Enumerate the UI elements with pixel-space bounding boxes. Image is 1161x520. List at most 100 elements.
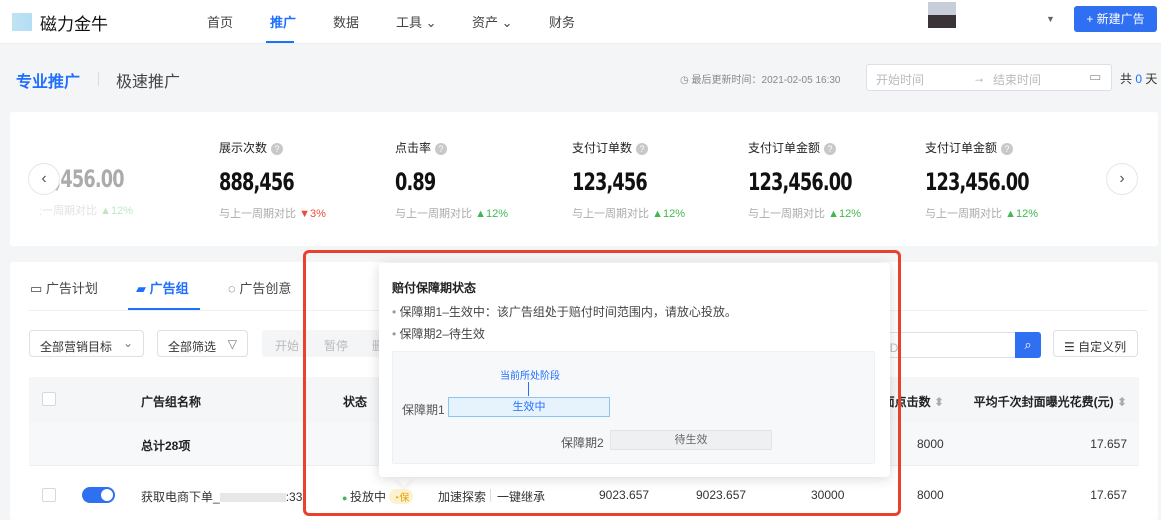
nav-data[interactable]: 数据 bbox=[333, 12, 359, 31]
row-enable-toggle[interactable] bbox=[82, 487, 115, 503]
stat-delta: 12% bbox=[838, 208, 861, 220]
goal-select-value: 全部营销目标 bbox=[40, 340, 113, 354]
tab-pro-promotion[interactable]: 专业推广 bbox=[16, 68, 80, 92]
row-name[interactable]: 获取电商下单_ :33 bbox=[141, 488, 302, 505]
row-clicks: 8000 bbox=[917, 488, 944, 502]
nav-home[interactable]: 首页 bbox=[207, 12, 233, 31]
stat-item: 展示次数? 888,456 与上一周期对比 ▼3% bbox=[219, 139, 379, 221]
redacted-block bbox=[219, 493, 286, 503]
stat-item: 支付订单金额? 123,456.00 与上一周期对比 ▲12% bbox=[748, 139, 908, 221]
stat-label: 支付订单金额? bbox=[748, 139, 908, 156]
stat-compare-text: 与上一周期对比 bbox=[395, 208, 472, 220]
stat-compare: 与上一周期对比 ▲12% bbox=[40, 202, 180, 218]
help-icon[interactable]: ? bbox=[271, 143, 284, 155]
nav-tools[interactable]: 工具 ⌄ bbox=[396, 12, 437, 31]
date-range-picker[interactable]: 开始时间 → 结束时间 ▭ bbox=[866, 64, 1112, 91]
nav-finance[interactable]: 财务 bbox=[549, 12, 575, 31]
tab-label: 广告创意 bbox=[239, 281, 292, 296]
stat-label: 支付订单数? bbox=[572, 139, 732, 156]
start-date-input[interactable]: 开始时间 bbox=[876, 71, 924, 88]
last-updated-text: 最后更新时间：2021-02-05 16:30 bbox=[691, 75, 841, 86]
tab-fast-promotion[interactable]: 极速推广 bbox=[116, 68, 180, 92]
chevron-left-icon[interactable]: ‹ bbox=[28, 163, 60, 195]
sort-icon: ⬍ bbox=[1116, 395, 1127, 409]
stat-compare: 与上一周期对比 ▲12% bbox=[748, 205, 908, 221]
top-nav bbox=[0, 0, 1161, 44]
triangle-up-icon: ▲ bbox=[1005, 208, 1016, 220]
col-cpm[interactable]: 平均千次封面曝光花费(元) ⬍ bbox=[974, 393, 1127, 410]
tab-active-underline bbox=[128, 308, 200, 310]
filter-select[interactable]: 全部筛选 ▽ bbox=[157, 330, 248, 357]
caret-down-icon[interactable]: ▼ bbox=[1046, 14, 1055, 24]
filter-select-value: 全部筛选 bbox=[168, 340, 217, 354]
stat-compare: 与上一周期对比 ▲12% bbox=[395, 205, 555, 221]
calendar-icon[interactable]: ▭ bbox=[1089, 69, 1101, 85]
col-name: 广告组名称 bbox=[141, 395, 202, 409]
stat-compare-text: 与上一周期对比 bbox=[925, 208, 1002, 220]
sort-icon: ⬍ bbox=[933, 395, 944, 409]
new-ad-button[interactable]: + 新建广告 bbox=[1074, 6, 1157, 32]
stat-label-text: 点击率 bbox=[395, 141, 432, 155]
stat-value: 123,456 bbox=[572, 168, 648, 196]
total-cpm: 17.657 bbox=[1090, 437, 1127, 451]
row-name-text: 获取电商下单_ bbox=[141, 490, 220, 504]
custom-columns-label: 自定义列 bbox=[1078, 340, 1127, 354]
stat-label: 点击率? bbox=[395, 139, 555, 156]
stat-item: 支付订单数? 123,456 与上一周期对比 ▲12% bbox=[572, 139, 732, 221]
help-icon[interactable]: ? bbox=[636, 143, 649, 155]
logo-icon bbox=[12, 13, 32, 31]
nav-promotion[interactable]: 推广 bbox=[270, 12, 296, 31]
stat-value: 0.89 bbox=[395, 168, 436, 196]
nav-active-underline bbox=[266, 41, 294, 43]
row-name-tail: :33 bbox=[285, 490, 303, 504]
goal-select[interactable]: 全部营销目标 ⌄ bbox=[29, 330, 144, 357]
highlight-box bbox=[303, 250, 901, 516]
help-icon[interactable]: ? bbox=[435, 143, 448, 155]
triangle-up-icon: ▲ bbox=[475, 208, 486, 220]
calendar-icon: ▭ bbox=[30, 281, 46, 296]
divider bbox=[98, 72, 99, 86]
stat-label-text: 展示次数 bbox=[219, 141, 268, 155]
tab-ad-group[interactable]: ▰ 广告组 bbox=[136, 278, 189, 297]
stat-label: ? bbox=[40, 139, 180, 153]
start-button[interactable]: 开始 bbox=[275, 337, 299, 354]
nav-assets[interactable]: 资产 ⌄ bbox=[472, 12, 513, 31]
stat-delta: 12% bbox=[662, 208, 685, 220]
triangle-up-icon: ▲ bbox=[828, 208, 839, 220]
filter-icon: ▽ bbox=[227, 337, 237, 351]
triangle-up-icon: ▲ bbox=[652, 208, 663, 220]
triangle-up-icon: ▲ bbox=[100, 205, 111, 217]
arrow-right-icon: → bbox=[973, 71, 985, 85]
avatar[interactable] bbox=[928, 2, 956, 28]
chevron-right-icon[interactable]: › bbox=[1106, 163, 1138, 195]
search-button[interactable]: ⌕ bbox=[1015, 332, 1041, 358]
stat-compare-text: 与上一周期对比 bbox=[748, 208, 825, 220]
help-icon[interactable]: ? bbox=[824, 143, 837, 155]
stat-label: 支付订单金额? bbox=[925, 139, 1085, 156]
custom-columns-button[interactable]: ☰ 自定义列 bbox=[1053, 330, 1138, 357]
stat-delta: 12% bbox=[1015, 208, 1038, 220]
days-suffix: 天 bbox=[1145, 72, 1158, 86]
col-cpm-label: 平均千次封面曝光花费(元) bbox=[973, 395, 1114, 409]
stat-compare-text: 与上一周期对比 bbox=[572, 208, 649, 220]
tab-label: 广告计划 bbox=[45, 281, 98, 296]
brand-name: 磁力金牛 bbox=[40, 15, 108, 34]
tab-ad-creative[interactable]: ◌ 广告创意 bbox=[228, 278, 291, 297]
row-checkbox[interactable] bbox=[42, 488, 56, 502]
stat-compare-text: 与上一周期对比 bbox=[219, 208, 296, 220]
stat-item: 点击率? 0.89 与上一周期对比 ▲12% bbox=[395, 139, 555, 221]
tab-ad-plan[interactable]: ▭ 广告计划 bbox=[30, 278, 98, 297]
select-all-checkbox[interactable] bbox=[42, 392, 56, 406]
total-label: 总计28项 bbox=[141, 439, 191, 453]
search-icon: ⌕ bbox=[1024, 337, 1032, 352]
clock-icon: ◷ bbox=[680, 75, 692, 86]
stat-compare: 与上一周期对比 ▲12% bbox=[572, 205, 732, 221]
row-cpm: 17.657 bbox=[1090, 488, 1127, 502]
end-date-input[interactable]: 结束时间 bbox=[993, 71, 1041, 88]
help-icon[interactable]: ? bbox=[1001, 143, 1014, 155]
stat-compare: 与上一周期对比 ▼3% bbox=[219, 205, 379, 221]
days-prefix: 共 bbox=[1120, 72, 1133, 86]
last-updated: ◷ 最后更新时间：2021-02-05 16:30 bbox=[680, 71, 840, 86]
stat-label-text: 支付订单金额 bbox=[748, 141, 821, 155]
stat-label: 展示次数? bbox=[219, 139, 379, 156]
